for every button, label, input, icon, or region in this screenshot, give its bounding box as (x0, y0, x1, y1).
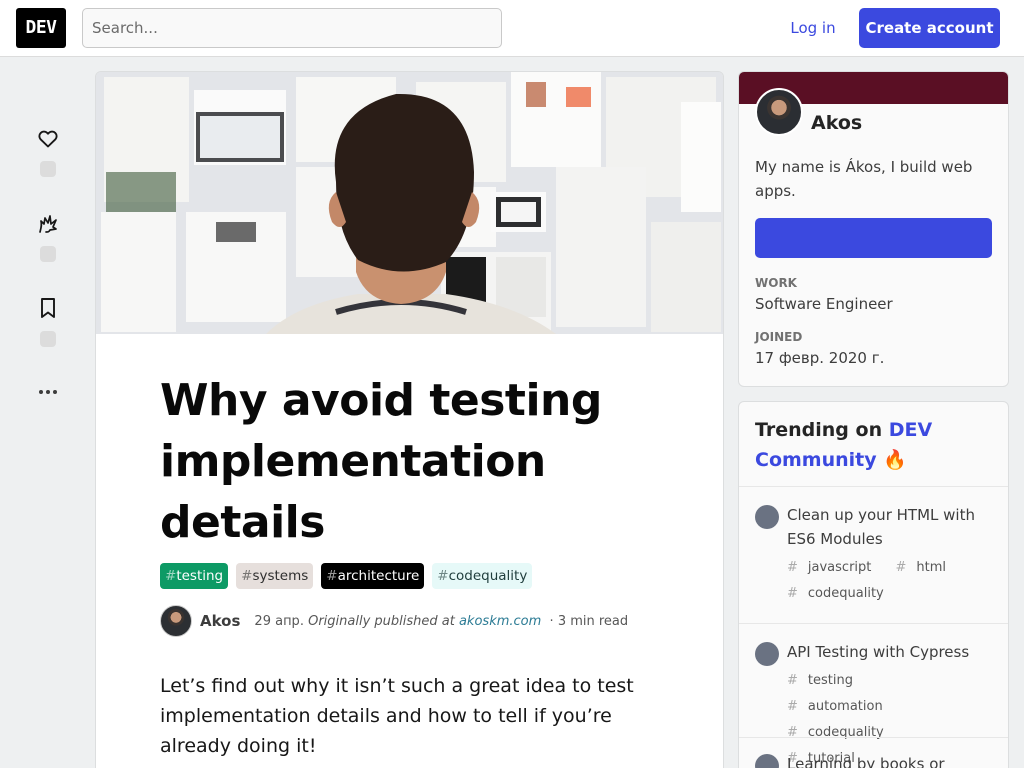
create-account-button[interactable]: Create account (859, 8, 1000, 48)
trending-item-tags: # javascript # html # codequality (787, 555, 987, 607)
article-title: Why avoid testing implementation details (160, 375, 602, 548)
work-label: WORK (755, 276, 797, 290)
user-avatar-icon (755, 505, 779, 529)
heart-icon (38, 130, 58, 148)
dev-logo[interactable]: DEV (16, 8, 66, 48)
follow-button[interactable] (755, 218, 992, 258)
bookmark-button[interactable] (30, 296, 66, 347)
trending-item-title[interactable]: Learning by books or (787, 752, 987, 768)
bookmark-icon (41, 298, 55, 318)
joined-label: JOINED (755, 330, 803, 344)
unicorn-reaction-button[interactable] (30, 211, 66, 262)
work-value: Software Engineer (755, 295, 893, 313)
divider (739, 623, 1008, 624)
unicorn-count-placeholder (40, 246, 56, 262)
divider (739, 737, 1008, 738)
top-navigation-bar: DEV Log in Create account (0, 0, 1024, 57)
user-avatar-icon (755, 754, 779, 768)
profile-name[interactable]: Akos (811, 112, 862, 134)
trending-item-title[interactable]: Clean up your HTML with ES6 Modules (787, 503, 987, 551)
trending-tag[interactable]: # codequality (787, 586, 894, 601)
author-avatar[interactable] (160, 605, 192, 637)
trending-tag[interactable]: # javascript (787, 560, 881, 575)
divider (739, 486, 1008, 487)
tag-systems[interactable]: #systems (236, 563, 314, 589)
read-time: 3 min read (557, 613, 629, 629)
more-options-button[interactable] (36, 384, 60, 400)
heart-count-placeholder (40, 161, 56, 177)
publish-date: 29 апр. (254, 613, 304, 629)
author-profile-card: Akos My name is Ákos, I build web apps. … (739, 72, 1008, 386)
bookmark-count-placeholder (40, 331, 56, 347)
author-name[interactable]: Akos (200, 612, 240, 630)
search-input[interactable] (82, 8, 502, 48)
fire-icon: 🔥 (883, 449, 907, 471)
originally-published-text: Originally published at (308, 613, 455, 629)
source-link[interactable]: akoskm.com (459, 614, 541, 629)
cover-image (96, 72, 723, 334)
article-card: Why avoid testing implementation details… (96, 72, 723, 768)
unicorn-icon (39, 215, 57, 233)
joined-value: 17 февр. 2020 г. (755, 349, 885, 367)
article-tags: #testing #systems #architecture #codequa… (160, 563, 533, 589)
trending-tag[interactable]: # automation (787, 699, 893, 714)
publish-meta: 29 апр. Originally published at akoskm.c… (254, 613, 629, 629)
trending-tag[interactable]: # testing (787, 673, 863, 688)
trending-tag[interactable]: # html (896, 560, 957, 575)
author-meta: Akos 29 апр. Originally published at ako… (160, 604, 628, 638)
tag-architecture[interactable]: #architecture (321, 563, 425, 589)
trending-heading: Trending on DEV Community 🔥 (755, 419, 933, 471)
log-in-link[interactable]: Log in (776, 8, 850, 48)
tag-codequality[interactable]: #codequality (432, 563, 533, 589)
heart-reaction-button[interactable] (30, 126, 66, 177)
profile-avatar[interactable] (755, 88, 803, 136)
article-intro: Let’s find out why it isn’t such a great… (160, 675, 634, 757)
user-avatar-icon (755, 642, 779, 666)
tag-testing[interactable]: #testing (160, 563, 229, 589)
profile-bio: My name is Ákos, I build web apps. (755, 158, 973, 200)
more-icon (39, 390, 57, 394)
trending-item-title[interactable]: API Testing with Cypress (787, 640, 987, 664)
trending-card: Trending on DEV Community 🔥 Clean up you… (739, 402, 1008, 768)
